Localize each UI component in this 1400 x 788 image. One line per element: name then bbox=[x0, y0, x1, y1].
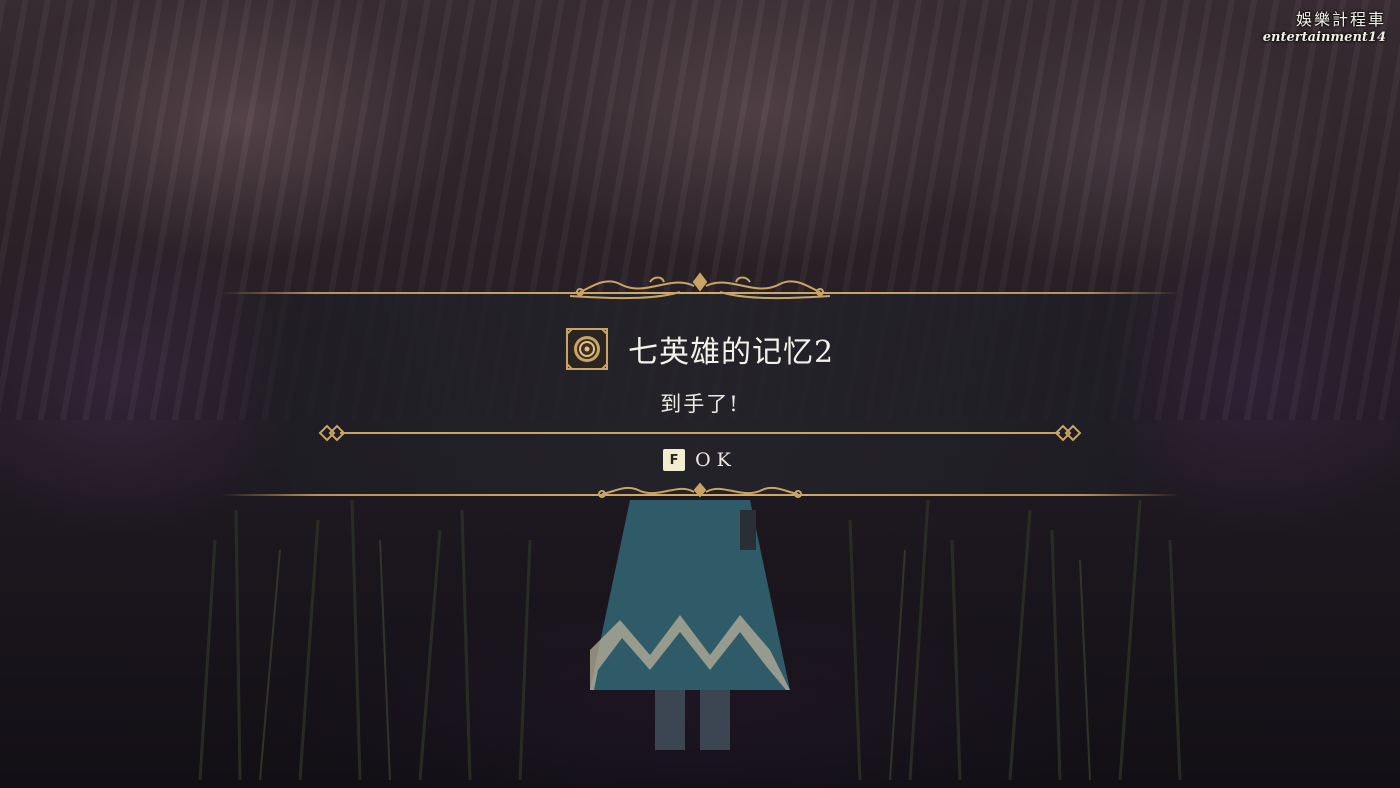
gold-divider bbox=[318, 424, 1082, 442]
bottom-ornament bbox=[598, 482, 802, 498]
f-key-icon: F bbox=[663, 449, 686, 471]
ok-label: OK bbox=[695, 449, 737, 471]
item-title-row: 七英雄的记忆2 bbox=[220, 326, 1180, 372]
watermark-chinese: 娛樂計程車 bbox=[1295, 10, 1386, 29]
medallion-icon bbox=[565, 328, 608, 370]
obtained-message: 到手了! bbox=[660, 392, 740, 416]
item-name: 七英雄的记忆2 bbox=[627, 335, 835, 370]
confirm-button[interactable]: F OK bbox=[220, 445, 1180, 475]
watermark: 娛樂計程車 entertainment14 bbox=[1263, 6, 1386, 45]
top-ornament bbox=[569, 272, 831, 300]
item-obtained-dialog: 七英雄的记忆2 到手了! F OK bbox=[220, 272, 1180, 498]
watermark-english: entertainment14 bbox=[1262, 30, 1386, 45]
player-character-cloak bbox=[590, 500, 790, 750]
